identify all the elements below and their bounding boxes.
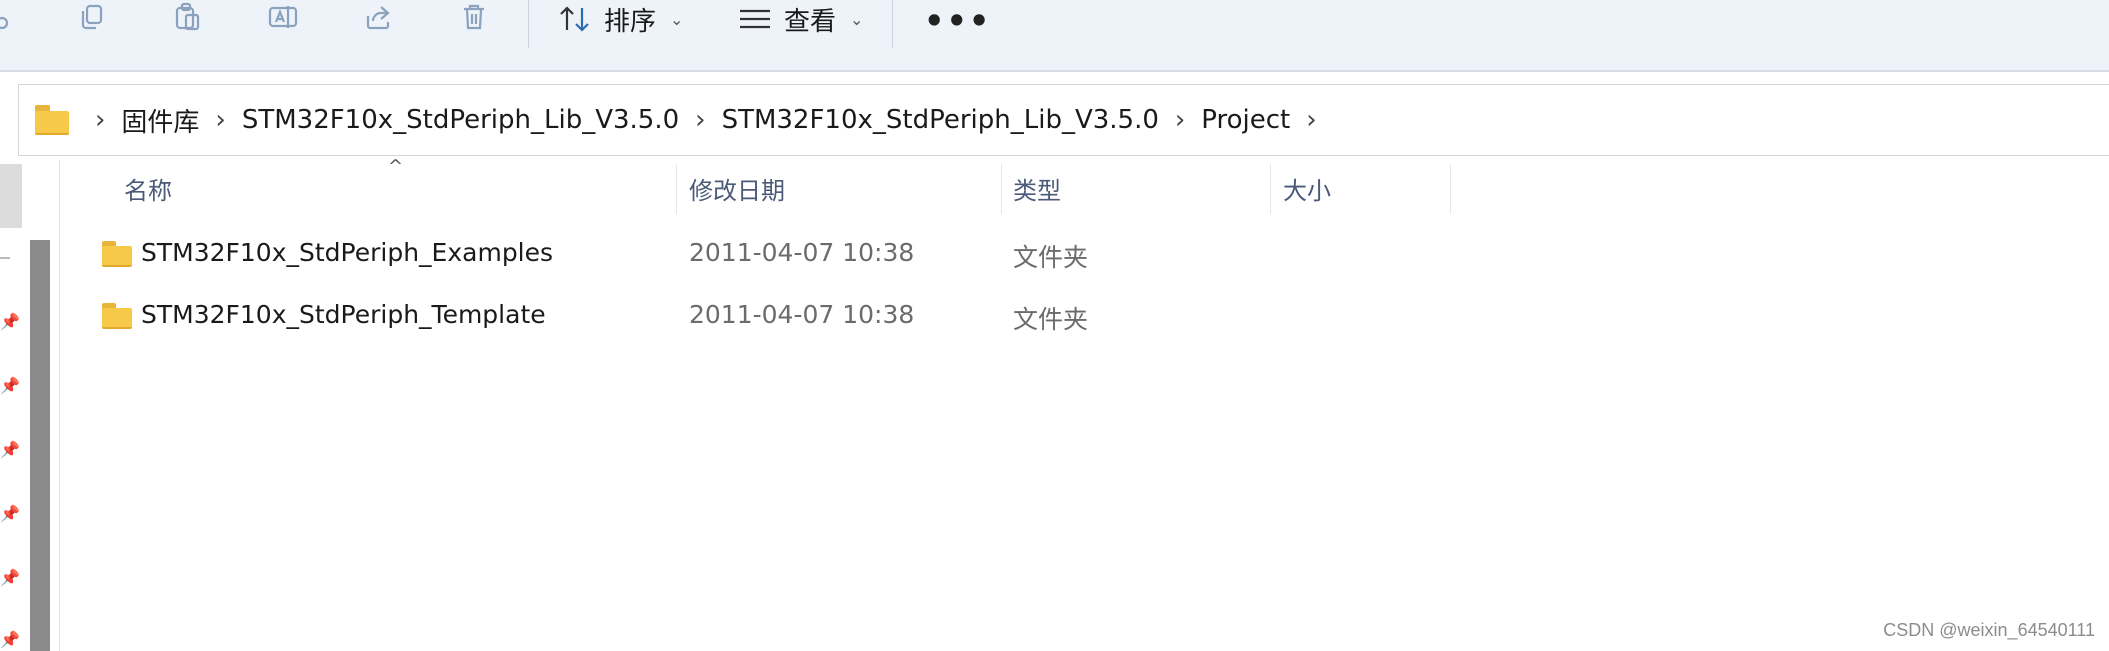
command-bar: 排序 ⌄ 查看 ⌄ •••	[0, 0, 2109, 72]
navigation-pane: 📌 📌 📌 📌 📌 📌	[0, 160, 60, 651]
sort-button[interactable]: 排序 ⌄	[558, 0, 683, 38]
chevron-right-icon[interactable]: ›	[695, 105, 705, 135]
file-modified: 2011-04-07 10:38	[689, 300, 915, 329]
share-icon[interactable]	[358, 0, 398, 34]
column-divider[interactable]	[1450, 164, 1451, 214]
breadcrumb-item[interactable]: STM32F10x_StdPeriph_Lib_V3.5.0	[242, 105, 679, 135]
column-header-type[interactable]: 类型	[1013, 160, 1061, 216]
more-options-button[interactable]: •••	[924, 2, 991, 40]
chevron-right-icon[interactable]: ›	[1306, 105, 1316, 135]
folder-icon	[102, 241, 132, 267]
column-divider[interactable]	[676, 164, 677, 214]
sort-arrows-icon	[560, 6, 589, 32]
file-name: STM32F10x_StdPeriph_Template	[141, 300, 546, 329]
pin-icon: 📌	[0, 568, 20, 587]
toolbar-separator	[528, 0, 529, 48]
column-header-size[interactable]: 大小	[1283, 160, 1331, 216]
breadcrumb-item[interactable]: 固件库	[121, 102, 199, 139]
column-header-modified[interactable]: 修改日期	[689, 160, 785, 216]
file-type: 文件夹	[1013, 243, 1089, 272]
nav-selected-item[interactable]	[0, 164, 22, 228]
view-button[interactable]: 查看 ⌄	[738, 0, 863, 38]
chevron-right-icon[interactable]: ›	[95, 105, 105, 135]
column-header-name[interactable]: 名称	[124, 160, 172, 216]
chevron-down-icon: ⌄	[850, 9, 864, 29]
file-row[interactable]: STM32F10x_StdPeriph_Template 2011-04-07 …	[96, 288, 1448, 346]
column-header-label: 大小	[1283, 176, 1331, 205]
column-divider[interactable]	[1270, 164, 1271, 214]
file-name: STM32F10x_StdPeriph_Examples	[141, 238, 554, 267]
rename-icon[interactable]	[263, 0, 303, 34]
chevron-right-icon[interactable]: ›	[1175, 105, 1185, 135]
file-row[interactable]: STM32F10x_StdPeriph_Examples 2011-04-07 …	[96, 226, 1448, 284]
column-divider[interactable]	[1001, 164, 1002, 214]
paste-icon[interactable]	[167, 0, 207, 34]
watermark-text: CSDN @weixin_64540111	[1883, 620, 2095, 640]
toolbar-separator	[892, 0, 893, 48]
sort-ascending-icon: ^	[388, 156, 404, 177]
copy-icon[interactable]	[72, 0, 112, 34]
delete-icon[interactable]	[454, 0, 494, 34]
breadcrumb-item[interactable]: Project	[1201, 105, 1290, 135]
chevron-down-icon: ⌄	[670, 9, 684, 29]
column-header-label: 名称	[124, 176, 172, 205]
view-label: 查看	[784, 6, 837, 37]
file-modified: 2011-04-07 10:38	[689, 238, 915, 267]
pin-icon: 📌	[0, 630, 20, 649]
folder-icon	[102, 303, 132, 329]
pin-icon: 📌	[0, 504, 20, 523]
file-type: 文件夹	[1013, 305, 1089, 334]
address-bar[interactable]: › 固件库 › STM32F10x_StdPeriph_Lib_V3.5.0 ›…	[18, 84, 2109, 156]
pin-icon: 📌	[0, 376, 20, 395]
sort-label: 排序	[604, 6, 657, 37]
chevron-right-icon[interactable]: ›	[215, 105, 225, 135]
column-header-label: 修改日期	[689, 176, 785, 205]
column-header-label: 类型	[1013, 176, 1061, 205]
share-link-icon[interactable]	[0, 0, 22, 34]
breadcrumb-item[interactable]: STM32F10x_StdPeriph_Lib_V3.5.0	[722, 105, 1159, 135]
pin-icon: 📌	[0, 440, 20, 459]
view-list-icon	[740, 9, 770, 29]
divider	[0, 257, 10, 259]
pin-icon: 📌	[0, 312, 20, 331]
nav-scrollbar[interactable]	[30, 240, 50, 651]
folder-icon	[35, 105, 69, 135]
